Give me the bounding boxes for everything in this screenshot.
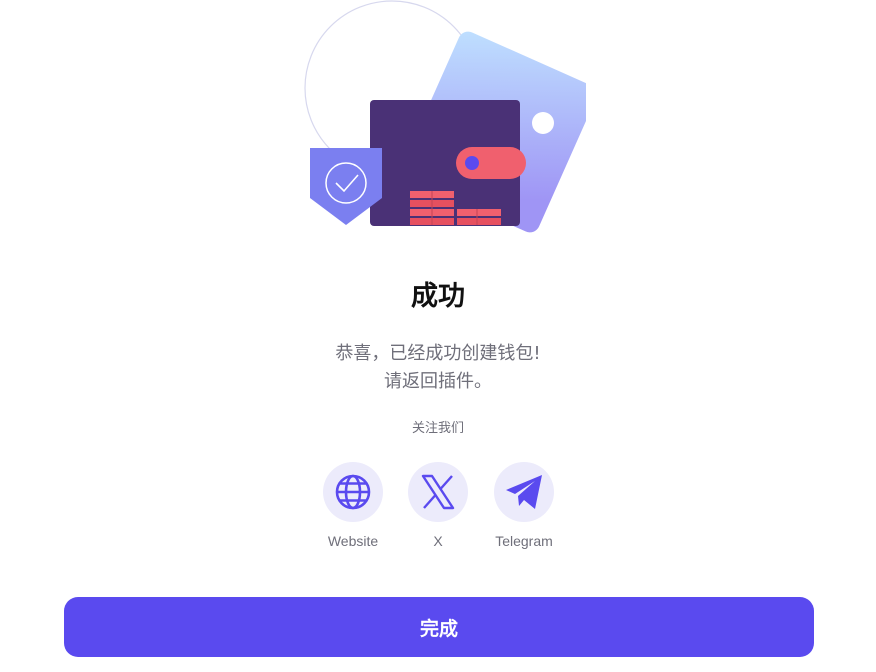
success-message-line2: 请返回插件。 [384, 371, 492, 392]
done-button[interactable]: 完成 [64, 597, 814, 657]
wallet-success-illustration [304, 0, 586, 233]
success-page: 成功 恭喜，已经成功创建钱包! 请返回插件。 关注我们 Website X Te… [0, 0, 876, 672]
x-icon-circle[interactable] [408, 462, 468, 522]
telegram-icon [506, 475, 542, 509]
success-message: 恭喜，已经成功创建钱包! 请返回插件。 [0, 340, 876, 396]
telegram-label: Telegram [495, 533, 553, 549]
website-icon-circle[interactable] [323, 462, 383, 522]
globe-icon [335, 474, 371, 510]
x-label: X [433, 533, 443, 549]
follow-us-label: 关注我们 [411, 421, 464, 436]
x-link[interactable]: X [388, 462, 488, 550]
page-title: 成功 [411, 281, 465, 312]
x-logo-icon [421, 474, 455, 510]
wallet-icon [370, 100, 526, 226]
success-message-line1: 恭喜，已经成功创建钱包! [335, 343, 541, 364]
telegram-icon-circle[interactable] [494, 462, 554, 522]
telegram-link[interactable]: Telegram [474, 462, 574, 550]
website-label: Website [327, 533, 379, 549]
